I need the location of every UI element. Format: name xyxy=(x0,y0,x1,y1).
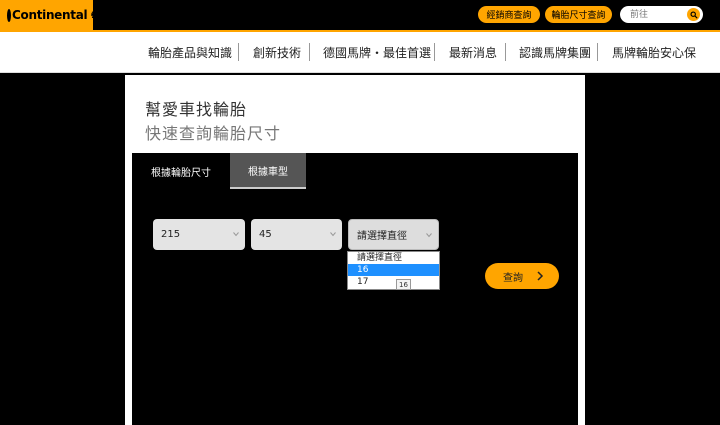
aspect-ratio-value: 45 xyxy=(259,229,272,240)
search-input[interactable] xyxy=(630,8,685,21)
option-17[interactable]: 17 xyxy=(348,276,439,288)
nav-item-news[interactable]: 最新消息 xyxy=(449,44,497,61)
rim-diameter-select[interactable]: 請選擇直徑 xyxy=(348,219,439,250)
query-button-label: 查詢 xyxy=(503,272,523,284)
nav-item-group[interactable]: 認識馬牌集團 xyxy=(519,44,591,61)
nav-item-insurance[interactable]: 馬牌輪胎安心保 xyxy=(612,44,696,61)
tire-width-value: 215 xyxy=(161,229,181,240)
nav-item-products[interactable]: 輪胎產品與知識 xyxy=(148,44,232,61)
option-placeholder[interactable]: 請選擇直徑 xyxy=(348,252,439,264)
nav-item-innovation[interactable]: 創新技術 xyxy=(253,44,301,61)
search-icon[interactable] xyxy=(687,8,700,21)
horse-icon: ♞ xyxy=(89,9,98,21)
query-button[interactable]: 查詢 xyxy=(485,263,559,289)
nav-divider xyxy=(434,43,435,61)
continental-logo[interactable]: Continental ♞ xyxy=(0,0,98,30)
nav-divider xyxy=(597,43,598,61)
rim-diameter-options: 請選擇直徑 16 17 xyxy=(347,251,440,290)
nav-divider xyxy=(505,43,506,61)
logo-text: Continental xyxy=(12,8,88,22)
page-title: 幫愛車找輪胎 xyxy=(145,100,248,119)
nav-item-brand[interactable]: 德國馬牌・最佳首選 xyxy=(323,44,431,61)
option-tooltip: 16 xyxy=(396,279,411,290)
nav-divider xyxy=(309,43,310,61)
site-search xyxy=(620,6,703,23)
nav-divider xyxy=(238,43,239,61)
chevron-down-icon xyxy=(330,232,336,237)
tire-size-search-button[interactable]: 輪胎尺寸查詢 xyxy=(545,6,612,23)
aspect-ratio-select[interactable]: 45 xyxy=(251,219,342,250)
logo-c-mark xyxy=(7,8,11,22)
chevron-down-icon xyxy=(233,232,239,237)
page-subtitle: 快速查詢輪胎尺寸 xyxy=(145,124,282,143)
top-bar: Continental ♞ 經銷商查詢 輪胎尺寸查詢 xyxy=(0,0,720,30)
chevron-down-icon xyxy=(426,233,432,238)
chevron-right-icon xyxy=(537,271,544,281)
tire-width-select[interactable]: 215 xyxy=(153,219,245,250)
dealer-search-button[interactable]: 經銷商查詢 xyxy=(478,6,540,23)
rim-diameter-value: 請選擇直徑 xyxy=(357,231,407,242)
tab-by-tire-size[interactable]: 根據輪胎尺寸 xyxy=(132,153,230,189)
tab-by-vehicle-model[interactable]: 根據車型 xyxy=(230,153,306,189)
main-nav: 輪胎產品與知識 創新技術 德國馬牌・最佳首選 最新消息 認識馬牌集團 馬牌輪胎安… xyxy=(0,32,720,73)
option-16[interactable]: 16 xyxy=(348,264,439,276)
